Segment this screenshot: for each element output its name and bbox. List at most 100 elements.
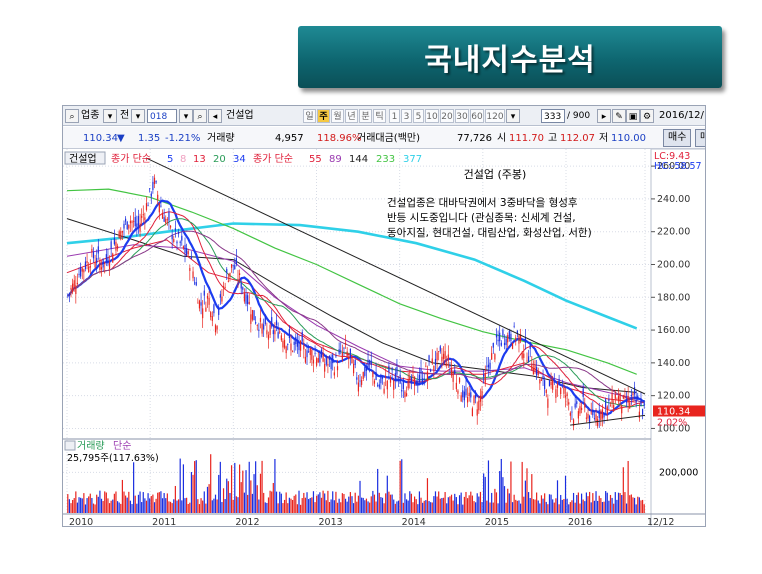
dropdown-arrow-icon[interactable]: ▾ [131,109,145,123]
candle-body [393,380,395,390]
volume-bar [463,496,465,513]
volume-bar [195,460,197,513]
candle-body [285,346,287,354]
volume-bar [478,496,480,513]
volume-bar [434,491,437,513]
candle-body [425,365,427,367]
candle-body [414,376,416,386]
period-minute-button[interactable]: 분 [359,109,372,123]
volume-bar [370,496,372,513]
settings-icon[interactable]: ⚙ [640,109,654,123]
search-code-icon[interactable]: ⌕ [65,109,79,123]
period-week-button[interactable]: 주 [317,109,330,123]
volume-bar [589,491,591,513]
period-day-button[interactable]: 일 [303,109,316,123]
volume-bar [303,492,305,513]
period-month-button[interactable]: 월 [331,109,344,123]
volume-bar [118,502,120,513]
volume-bar [544,493,546,513]
candle-body [73,280,75,287]
minute-option[interactable]: 5 [413,109,424,123]
dropdown-arrow-icon[interactable]: ▾ [179,109,193,123]
candle-body [189,268,191,271]
code-input[interactable]: 018 [147,109,177,123]
candle-body [230,264,233,268]
volume-bar [516,500,518,513]
candle-body [587,413,589,419]
volume-bar [365,498,368,513]
candle-body [434,358,437,365]
dropdown-arrow-icon[interactable]: ▾ [506,109,520,123]
volume-bar [263,492,265,513]
candle-body [110,241,112,249]
candle-body [263,324,265,330]
volume-bar [245,470,247,513]
minute-option[interactable]: 20 [440,109,454,123]
buy-button[interactable]: 매수 [663,129,692,147]
minute-option[interactable]: 10 [425,109,439,123]
volume-bar [192,474,194,513]
candle-body [527,356,530,362]
dropdown-arrow-icon[interactable]: ▾ [103,109,117,123]
save-icon[interactable]: ▣ [626,109,640,123]
candle-body [378,384,380,388]
candle-body [107,257,109,264]
period-tick-button[interactable]: 틱 [373,109,386,123]
candle-body [211,316,213,321]
volume-bar [564,475,567,513]
sell-button[interactable]: 매 [695,129,705,147]
candle-body [605,399,607,408]
count-input[interactable]: 333 [541,109,565,123]
candle-body [222,286,225,288]
legend-item: 5 [167,154,173,165]
volume-bar [407,500,409,513]
candle-body [444,351,446,359]
volume-bar [243,492,246,513]
minute-option[interactable]: 1 [389,109,400,123]
volume-bar [149,498,151,513]
volume-bar [494,488,496,513]
volume-bar [579,503,581,513]
search-icon[interactable]: ⌕ [193,109,207,123]
next-icon[interactable]: ▸ [597,109,611,123]
minute-option[interactable]: 60 [470,109,484,123]
volume-bar [264,502,266,513]
candle-body [255,322,257,324]
tool-icon[interactable]: ✎ [612,109,626,123]
period-year-button[interactable]: 년 [345,109,358,123]
volume-bar [462,504,464,513]
candle-body [324,364,326,372]
candle-body [291,350,294,352]
volume-bar [553,502,555,513]
candle-body [466,397,469,403]
candle-body [195,282,197,286]
volume-bar [332,491,334,513]
candle-body [475,395,477,399]
candle-body [163,217,165,222]
candle-body [523,353,525,358]
volume-bar [174,485,176,513]
volume-bar [572,492,575,513]
volume-bar [288,497,290,513]
minute-option[interactable]: 30 [455,109,469,123]
candle-body [120,231,122,240]
volume-bar [216,499,218,513]
candle-body [84,261,87,270]
volume-bar [475,502,477,513]
candle-body [529,341,531,349]
volume-bar [160,491,162,513]
candle-body [149,188,151,190]
candle-body [430,369,432,372]
candle-body [205,307,207,312]
volume-symbol-box[interactable] [64,440,76,451]
speaker-icon[interactable]: ◂ [208,109,222,123]
minute-option[interactable]: 120 [485,109,505,123]
candle-body [613,404,615,411]
volume-bar [112,499,114,513]
minute-option[interactable]: 3 [401,109,412,123]
candle-body [625,401,628,403]
volume-bar [378,492,380,513]
candle-body [611,393,613,403]
candle-body [450,368,453,376]
volume-bar [351,496,353,513]
